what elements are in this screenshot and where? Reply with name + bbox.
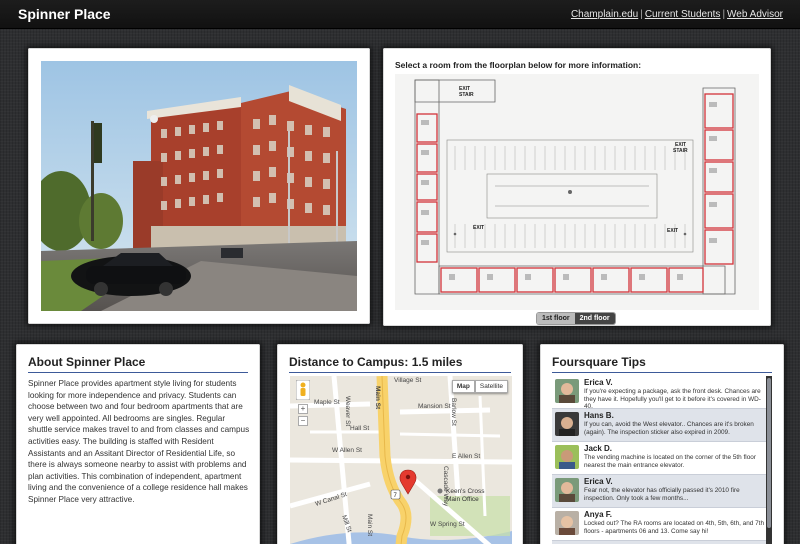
tip-author: Erica V.: [584, 378, 613, 387]
avatar: [555, 412, 579, 436]
tip-text: Locked out? The RA rooms are located on …: [584, 520, 765, 535]
tips-scrollbar[interactable]: [766, 376, 772, 544]
svg-text:Hall St: Hall St: [350, 425, 369, 432]
tip-item: Anya F. Locked out? The RA rooms are loc…: [552, 508, 772, 541]
avatar: [555, 445, 579, 469]
floorplan-card: Select a room from the floorplan below f…: [383, 48, 771, 326]
building-photo: [41, 61, 357, 311]
svg-text:Main St: Main St: [374, 386, 381, 410]
about-card: About Spinner Place Spinner Place provid…: [16, 344, 260, 544]
tips-list[interactable]: Erica V. If you're expecting a package, …: [552, 376, 772, 544]
campus-map[interactable]: Maple St Mansion St W Allen St E Allen S…: [290, 376, 512, 544]
tip-item: Erica V. If you're expecting a package, …: [552, 376, 772, 411]
tips-card: Foursquare Tips Erica V. If you're expec…: [540, 344, 784, 544]
zoom-out-button[interactable]: −: [298, 416, 308, 426]
svg-text:Weaver St: Weaver St: [344, 396, 351, 426]
distance-card: Distance to Campus: 1.5 miles Maple St M…: [277, 344, 523, 544]
svg-text:W Allen St: W Allen St: [332, 447, 362, 454]
tip-author: Anya F.: [584, 510, 613, 519]
svg-text:Main Office: Main Office: [446, 496, 479, 503]
svg-text:E Allen St: E Allen St: [452, 453, 480, 460]
tip-item: Erica V. Fear not, the elevator has offi…: [552, 475, 772, 508]
avatar: [555, 511, 579, 535]
pegman-icon[interactable]: [296, 380, 310, 400]
zoom-in-button[interactable]: +: [298, 404, 308, 414]
svg-text:EXIT: EXIT: [473, 225, 484, 231]
top-bar: Spinner Place Champlain.edu | Current Stud…: [0, 0, 800, 29]
tip-text: If you're expecting a package, ask the f…: [584, 388, 761, 411]
floorplan-map[interactable]: EXIT STAIR EXIT STAIR EXIT EXIT: [395, 74, 759, 310]
avatar: [555, 379, 579, 403]
map-zoom-control: + −: [296, 380, 310, 426]
tip-author: Jack D.: [584, 444, 613, 453]
top-links: Champlain.edu | Current Students | Web Advis…: [570, 9, 783, 20]
floor-tabs: 1st floor 2nd floor: [537, 313, 615, 324]
svg-text:STAIR: STAIR: [673, 148, 688, 154]
tips-title: Foursquare Tips: [552, 355, 772, 373]
svg-text:Barlow St: Barlow St: [450, 398, 457, 426]
link-champlain[interactable]: Champlain.edu: [571, 9, 638, 20]
svg-text:Keen's Cross: Keen's Cross: [446, 488, 485, 495]
map-type-map-button[interactable]: Map: [451, 380, 475, 393]
link-current-students[interactable]: Current Students: [645, 9, 721, 20]
svg-text:W Spring St: W Spring St: [430, 521, 465, 528]
tip-text: The vending machine is located on the co…: [584, 454, 756, 469]
map-type-satellite-button[interactable]: Satellite: [474, 380, 508, 393]
svg-text:Mansion St: Mansion St: [418, 403, 451, 410]
map-canvas[interactable]: Maple St Mansion St W Allen St E Allen S…: [290, 376, 512, 544]
tip-item: Hans B. If you can, avoid the West eleva…: [552, 409, 772, 442]
distance-title: Distance to Campus: 1.5 miles: [289, 355, 511, 373]
svg-text:Maple St: Maple St: [314, 399, 340, 406]
about-text: Spinner Place provides apartment style l…: [28, 379, 250, 504]
svg-text:STAIR: STAIR: [459, 92, 474, 98]
tip-text: If you can, avoid the West elevator.. Ch…: [584, 421, 754, 436]
avatar: [555, 478, 579, 502]
svg-text:Main St: Main St: [366, 514, 373, 536]
tab-1st-floor[interactable]: 1st floor: [537, 313, 575, 324]
tip-author: Erica V.: [584, 477, 613, 486]
tips-scrollbar-thumb[interactable]: [767, 378, 771, 528]
svg-text:EXIT: EXIT: [667, 228, 678, 234]
map-type-control: Map Satellite: [451, 380, 508, 393]
tip-item: Jack D. The vending machine is located o…: [552, 442, 772, 475]
about-title: About Spinner Place: [28, 355, 248, 373]
building-photo-card: [28, 48, 370, 324]
tip-text: Fear not, the elevator has officially pa…: [584, 487, 740, 502]
tab-2nd-floor[interactable]: 2nd floor: [574, 313, 615, 324]
site-title: Spinner Place: [18, 6, 111, 22]
floorplan-heading: Select a room from the floorplan below f…: [395, 60, 642, 70]
link-web-advisor[interactable]: Web Advisor: [727, 9, 783, 20]
svg-text:Village St: Village St: [394, 377, 422, 384]
tip-author: Hans B.: [584, 411, 614, 420]
